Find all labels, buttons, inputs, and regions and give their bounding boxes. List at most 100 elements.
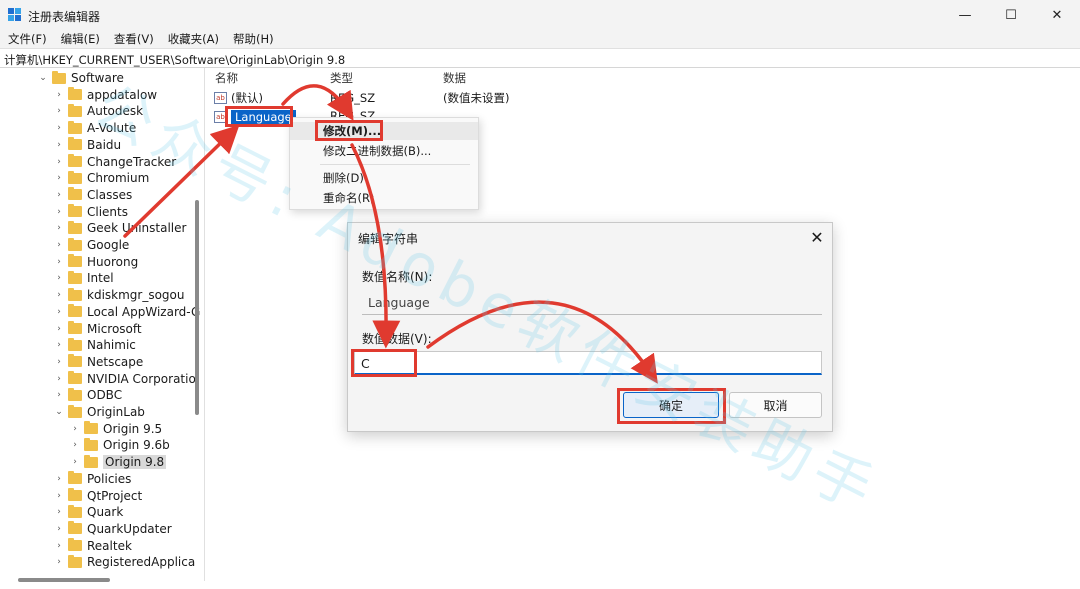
folder-icon bbox=[52, 70, 66, 84]
menu-view[interactable]: 查看(V) bbox=[108, 31, 160, 47]
folder-icon bbox=[68, 471, 82, 485]
chevron-right-icon[interactable]: › bbox=[54, 137, 64, 153]
tree-item-label: QuarkUpdater bbox=[87, 521, 172, 536]
chevron-right-icon[interactable]: › bbox=[54, 554, 64, 570]
chevron-right-icon[interactable]: › bbox=[54, 471, 64, 487]
tree-item-label: Chromium bbox=[87, 171, 150, 186]
value-row-default[interactable]: ab (默认) bbox=[214, 90, 263, 106]
chevron-right-icon[interactable]: › bbox=[54, 187, 64, 203]
context-rename[interactable]: 重命名(R) bbox=[290, 189, 478, 207]
chevron-right-icon[interactable]: › bbox=[54, 521, 64, 537]
tree-item[interactable]: › appdatalow bbox=[54, 87, 157, 103]
tree-item-origin[interactable]: › Origin 9.8 bbox=[70, 454, 167, 470]
chevron-right-icon[interactable]: › bbox=[54, 220, 64, 236]
tree-item[interactable]: › Google bbox=[54, 237, 129, 253]
context-modify-binary[interactable]: 修改二进制数据(B)... bbox=[290, 142, 478, 160]
tree-item[interactable]: › Policies bbox=[54, 471, 131, 487]
column-header-name[interactable]: 名称 bbox=[215, 70, 238, 86]
chevron-right-icon[interactable]: › bbox=[54, 488, 64, 504]
chevron-right-icon[interactable]: › bbox=[54, 237, 64, 253]
value-row-language[interactable]: ab Language bbox=[214, 109, 296, 125]
tree-vertical-scrollbar[interactable] bbox=[195, 200, 199, 415]
chevron-right-icon[interactable]: › bbox=[70, 454, 80, 470]
tree-item[interactable]: › Chromium bbox=[54, 170, 149, 186]
title-bar bbox=[0, 0, 1080, 30]
folder-icon bbox=[68, 504, 82, 518]
regedit-app-icon bbox=[8, 8, 21, 21]
tree-item-label: Huorong bbox=[87, 254, 139, 269]
chevron-right-icon[interactable]: › bbox=[54, 354, 64, 370]
tree-item[interactable]: › Geek Uninstaller bbox=[54, 220, 186, 236]
menu-edit[interactable]: 编辑(E) bbox=[55, 31, 106, 47]
tree-item[interactable]: › Intel bbox=[54, 270, 114, 286]
tree-item[interactable]: › Huorong bbox=[54, 254, 138, 270]
tree-item-label: QtProject bbox=[87, 488, 143, 503]
chevron-right-icon[interactable]: › bbox=[54, 270, 64, 286]
tree-item[interactable]: › QtProject bbox=[54, 488, 142, 504]
tree-item[interactable]: › Nahimic bbox=[54, 337, 136, 353]
tree-horizontal-scrollbar[interactable] bbox=[18, 578, 110, 582]
menu-bar: 文件(F) 编辑(E) 查看(V) 收藏夹(A) 帮助(H) bbox=[0, 30, 1080, 48]
chevron-right-icon[interactable]: › bbox=[54, 204, 64, 220]
chevron-down-icon[interactable]: ⌄ bbox=[54, 404, 64, 420]
chevron-right-icon[interactable]: › bbox=[54, 538, 64, 554]
tree-item-originlab[interactable]: ⌄ OriginLab bbox=[54, 404, 145, 420]
chevron-right-icon[interactable]: › bbox=[54, 304, 64, 320]
maximize-button[interactable]: ☐ bbox=[988, 0, 1034, 30]
tree-item[interactable]: › Baidu bbox=[54, 137, 121, 153]
tree-item[interactable]: › Classes bbox=[54, 187, 132, 203]
cancel-button[interactable]: 取消 bbox=[729, 392, 822, 418]
tree-item-label: Google bbox=[87, 238, 130, 252]
ok-button[interactable]: 确定 bbox=[623, 392, 719, 418]
tree-item[interactable]: › Quark bbox=[54, 504, 123, 520]
chevron-right-icon[interactable]: › bbox=[54, 254, 64, 270]
tree-item[interactable]: › Clients bbox=[54, 204, 128, 220]
chevron-right-icon[interactable]: › bbox=[70, 437, 80, 453]
tree-item[interactable]: › A-Volute bbox=[54, 120, 136, 136]
value-data-input[interactable]: C bbox=[354, 351, 822, 375]
tree-item[interactable]: › NVIDIA Corporatio bbox=[54, 371, 196, 387]
tree-item-label: Geek Uninstaller bbox=[87, 221, 187, 236]
chevron-right-icon[interactable]: › bbox=[54, 170, 64, 186]
tree-item[interactable]: › ChangeTracker bbox=[54, 154, 176, 170]
chevron-right-icon[interactable]: › bbox=[54, 504, 64, 520]
chevron-right-icon[interactable]: › bbox=[54, 387, 64, 403]
tree-item[interactable]: › QuarkUpdater bbox=[54, 521, 172, 537]
menu-file[interactable]: 文件(F) bbox=[2, 31, 53, 47]
key-tree[interactable]: ⌄ Software › appdatalow › Autodesk › A-Volute › B… bbox=[0, 68, 205, 581]
tree-item[interactable]: › kdiskmgr_sogou bbox=[54, 287, 185, 303]
menu-favorites[interactable]: 收藏夹(A) bbox=[162, 31, 225, 47]
chevron-right-icon[interactable]: › bbox=[54, 87, 64, 103]
chevron-right-icon[interactable]: › bbox=[70, 421, 80, 437]
column-header-type[interactable]: 类型 bbox=[330, 70, 353, 86]
chevron-down-icon[interactable]: ⌄ bbox=[38, 70, 48, 86]
chevron-right-icon[interactable]: › bbox=[54, 371, 64, 387]
dialog-close-icon[interactable]: ✕ bbox=[806, 227, 828, 247]
menu-help[interactable]: 帮助(H) bbox=[227, 31, 280, 47]
chevron-right-icon[interactable]: › bbox=[54, 287, 64, 303]
folder-icon bbox=[68, 387, 82, 401]
tree-item[interactable]: › Netscape bbox=[54, 354, 143, 370]
address-bar[interactable]: 计算机\HKEY_CURRENT_USER\Software\OriginLab… bbox=[0, 48, 1080, 68]
context-modify[interactable]: 修改(M)... bbox=[290, 122, 478, 140]
value-name: (默认) bbox=[231, 91, 263, 105]
tree-item-origin[interactable]: › Origin 9.6b bbox=[70, 437, 170, 453]
chevron-right-icon[interactable]: › bbox=[54, 321, 64, 337]
tree-item-software[interactable]: ⌄ Software bbox=[38, 70, 124, 86]
column-header-data[interactable]: 数据 bbox=[443, 70, 466, 86]
minimize-button[interactable]: — bbox=[942, 0, 988, 30]
chevron-right-icon[interactable]: › bbox=[54, 337, 64, 353]
tree-item[interactable]: › RegisteredApplica bbox=[54, 554, 195, 570]
tree-item[interactable]: › Microsoft bbox=[54, 321, 142, 337]
close-button[interactable]: ✕ bbox=[1034, 0, 1080, 30]
tree-item[interactable]: › Autodesk bbox=[54, 103, 143, 119]
context-delete[interactable]: 删除(D) bbox=[290, 169, 478, 187]
tree-item[interactable]: › ODBC bbox=[54, 387, 122, 403]
chevron-right-icon[interactable]: › bbox=[54, 103, 64, 119]
tree-item-origin[interactable]: › Origin 9.5 bbox=[70, 421, 162, 437]
chevron-right-icon[interactable]: › bbox=[54, 120, 64, 136]
tree-item[interactable]: › Local AppWizard-G bbox=[54, 304, 200, 320]
tree-item[interactable]: › Realtek bbox=[54, 538, 132, 554]
chevron-right-icon[interactable]: › bbox=[54, 154, 64, 170]
dialog-title: 编辑字符串 bbox=[358, 232, 419, 246]
